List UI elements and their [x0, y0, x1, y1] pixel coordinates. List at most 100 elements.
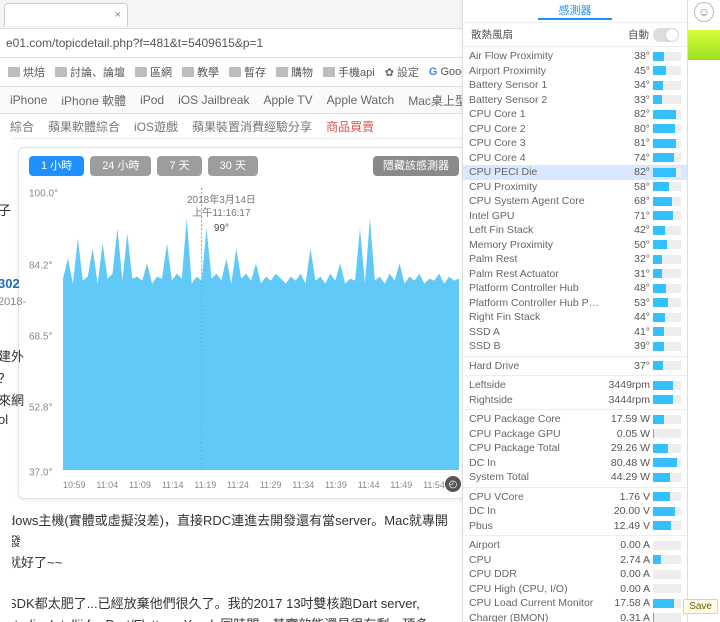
- subnav-item[interactable]: 蘋果軟體綜合: [48, 118, 120, 135]
- browser-tab[interactable]: ×: [4, 3, 128, 26]
- clock-icon[interactable]: ◴: [445, 476, 461, 492]
- bookmark-item[interactable]: 暫存: [225, 62, 270, 82]
- sensor-row[interactable]: Airport Proximity45°: [463, 64, 687, 79]
- sensor-bar: [653, 284, 681, 293]
- bookmark-item[interactable]: 教學: [178, 62, 223, 82]
- sensor-bar: [653, 52, 681, 61]
- bookmark-item[interactable]: 烘焙: [4, 62, 49, 82]
- sensor-row[interactable]: CPU Package Total29.26 W: [463, 441, 687, 456]
- sensor-row[interactable]: Palm Rest32°: [463, 252, 687, 267]
- nav-item[interactable]: iPod: [140, 93, 164, 107]
- sensor-row[interactable]: CPU Core 280°: [463, 122, 687, 137]
- sensor-row[interactable]: Air Flow Proximity38°: [463, 49, 687, 64]
- folder-icon: [135, 67, 147, 77]
- sensor-name: CPU Proximity: [469, 181, 602, 193]
- sensor-row[interactable]: CPU Proximity58°: [463, 180, 687, 195]
- sensor-row[interactable]: Intel GPU71°: [463, 209, 687, 224]
- nav-item[interactable]: iPhone: [10, 93, 47, 107]
- subnav-item[interactable]: 綜合: [10, 118, 34, 135]
- nav-item[interactable]: iPhone 軟體: [61, 92, 126, 109]
- sensor-row[interactable]: CPU2.74 A: [463, 553, 687, 568]
- sensor-bar: [653, 81, 681, 90]
- sensor-bar: [653, 429, 681, 438]
- sensor-row[interactable]: Pbus12.49 V: [463, 519, 687, 534]
- sensor-value: 33°: [602, 94, 653, 106]
- nav-item[interactable]: Apple Watch: [327, 93, 395, 107]
- bookmark-item[interactable]: 購物: [272, 62, 317, 82]
- sensor-row[interactable]: CPU VCore1.76 V: [463, 490, 687, 505]
- sensor-name: Battery Sensor 2: [469, 94, 602, 106]
- sensor-row[interactable]: CPU System Agent Core68°: [463, 194, 687, 209]
- sensor-bar: [653, 139, 681, 148]
- close-icon[interactable]: ×: [115, 9, 121, 21]
- sensor-row[interactable]: Leftside3449rpm: [463, 378, 687, 393]
- sensor-name: SSD B: [469, 340, 602, 352]
- auto-switch[interactable]: [653, 28, 679, 42]
- sensor-row[interactable]: CPU PECI Die82°: [463, 165, 687, 180]
- range-7d-button[interactable]: 7 天: [157, 156, 201, 176]
- sensor-row[interactable]: Left Fin Stack42°: [463, 223, 687, 238]
- subnav-item-active[interactable]: 商品買賣: [326, 118, 374, 135]
- range-1h-button[interactable]: 1 小時: [29, 156, 84, 176]
- sensor-row[interactable]: Right Fin Stack44°: [463, 310, 687, 325]
- sensor-row[interactable]: Palm Rest Actuator31°: [463, 267, 687, 282]
- sensor-row[interactable]: Airport0.00 A: [463, 538, 687, 553]
- sensor-bar: [653, 197, 681, 206]
- sensor-row[interactable]: Platform Controller Hub PECI53°: [463, 296, 687, 311]
- sensor-bar: [653, 395, 681, 404]
- sensor-row[interactable]: Charger (BMON)0.31 A: [463, 611, 687, 622]
- sensor-row[interactable]: CPU Package GPU0.05 W: [463, 427, 687, 442]
- sensor-value: 82°: [602, 108, 653, 120]
- sensor-value: 17.58 A: [602, 597, 653, 609]
- range-30d-button[interactable]: 30 天: [208, 156, 258, 176]
- sensor-row[interactable]: DC In80.48 W: [463, 456, 687, 471]
- sidebar-tab-sensors[interactable]: 感測器: [538, 2, 613, 20]
- sensor-row[interactable]: CPU High (CPU, I/O)0.00 A: [463, 582, 687, 597]
- folder-icon: [276, 67, 288, 77]
- sensor-value: 81°: [602, 137, 653, 149]
- sensor-row[interactable]: Battery Sensor 233°: [463, 93, 687, 108]
- bookmark-item[interactable]: 區網: [131, 62, 176, 82]
- nav-item[interactable]: iOS Jailbreak: [178, 93, 249, 107]
- sensor-row[interactable]: SSD B39°: [463, 339, 687, 354]
- auto-label: 自動: [628, 27, 649, 42]
- sensor-name: DC In: [469, 457, 602, 469]
- subnav-item[interactable]: 蘋果裝置消費經驗分享: [192, 118, 312, 135]
- sensor-row[interactable]: CPU Core 474°: [463, 151, 687, 166]
- y-tick: 52.8°: [29, 403, 52, 414]
- sensor-row[interactable]: CPU Package Core17.59 W: [463, 412, 687, 427]
- settings-link[interactable]: ✿ 設定: [381, 62, 423, 82]
- bookmark-item[interactable]: 手機api: [319, 62, 379, 82]
- sensor-row[interactable]: CPU Core 381°: [463, 136, 687, 151]
- sensor-row[interactable]: Rightside3444rpm: [463, 393, 687, 408]
- subnav-item[interactable]: iOS遊戲: [134, 118, 178, 135]
- profile-icon[interactable]: ☺: [694, 2, 714, 22]
- sensor-bar: [653, 584, 681, 593]
- sensor-row[interactable]: System Total44.29 W: [463, 470, 687, 485]
- range-24h-button[interactable]: 24 小時: [90, 156, 151, 176]
- sensor-row[interactable]: CPU DDR0.00 A: [463, 567, 687, 582]
- bookmark-item[interactable]: 討論、論壇: [51, 62, 129, 82]
- sensor-row[interactable]: CPU Core 182°: [463, 107, 687, 122]
- sensor-row[interactable]: Memory Proximity50°: [463, 238, 687, 253]
- sensor-list[interactable]: Air Flow Proximity38°Airport Proximity45…: [463, 47, 687, 622]
- line-chart[interactable]: [63, 188, 459, 470]
- save-button[interactable]: Save: [683, 599, 718, 614]
- sensor-row[interactable]: CPU Load Current Monitor17.58 A: [463, 596, 687, 611]
- sensor-name: CPU Core 3: [469, 137, 602, 149]
- sensor-value: 17.59 W: [602, 413, 653, 425]
- nav-item[interactable]: Apple TV: [263, 93, 312, 107]
- hide-sensor-button[interactable]: 隱藏該感測器: [373, 156, 459, 176]
- sensor-row[interactable]: SSD A41°: [463, 325, 687, 340]
- sensor-row[interactable]: DC In20.00 V: [463, 504, 687, 519]
- sensor-row[interactable]: Battery Sensor 134°: [463, 78, 687, 93]
- sensor-bar: [653, 182, 681, 191]
- sensor-row[interactable]: Hard Drive37°: [463, 359, 687, 374]
- sensor-value: 32°: [602, 253, 653, 265]
- sensor-value: 20.00 V: [602, 505, 653, 517]
- sensor-row[interactable]: Platform Controller Hub48°: [463, 281, 687, 296]
- sensor-bar: [653, 95, 681, 104]
- sensor-chart-panel: 1 小時 24 小時 7 天 30 天 隱藏該感測器 100.0° 84.2° …: [18, 147, 470, 499]
- x-axis: 10:5911:0411:09 11:1411:1911:24 11:2911:…: [63, 480, 445, 490]
- sensor-name: Memory Proximity: [469, 239, 602, 251]
